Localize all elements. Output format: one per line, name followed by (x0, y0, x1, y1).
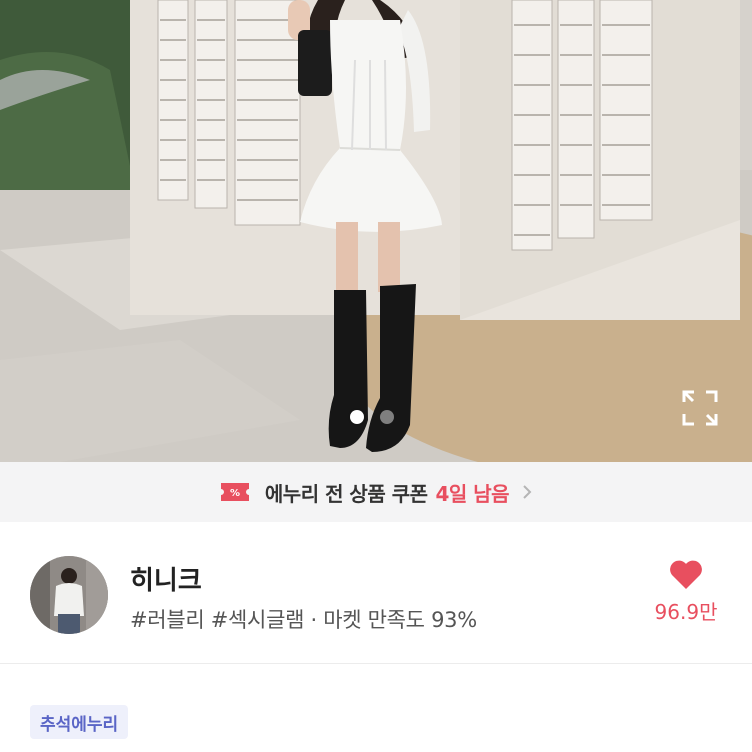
carousel-dot[interactable] (380, 410, 394, 424)
chevron-right-icon (523, 485, 532, 499)
coupon-text: 에누리 전 상품 쿠폰 (264, 481, 428, 506)
svg-text:%: % (230, 488, 240, 499)
carousel-dot-active[interactable] (350, 410, 364, 424)
product-photo (0, 0, 752, 462)
product-image-carousel[interactable] (0, 0, 752, 462)
fullscreen-expand-icon[interactable] (680, 388, 720, 428)
shop-avatar[interactable] (30, 556, 108, 634)
coupon-banner[interactable]: % 에누리 전 상품 쿠폰 4일 남음 (0, 462, 752, 522)
shop-tags: #러블리 #섹시글램 · 마켓 만족도 93% (130, 608, 477, 632)
like-count: 96.9만 (654, 600, 718, 624)
coupon-ticket-icon: % (220, 483, 249, 501)
shop-name[interactable]: 히니크 (130, 560, 202, 597)
carousel-indicator (350, 410, 394, 424)
like-button[interactable]: 96.9만 (648, 560, 724, 625)
shop-info-row[interactable]: 히니크 #러블리 #섹시글램 · 마켓 만족도 93% 96.9만 (0, 522, 752, 664)
heart-icon[interactable] (669, 560, 703, 590)
coupon-days-remaining: 4일 남음 (435, 481, 510, 506)
promo-tag-chip[interactable]: 추석에누리 (30, 705, 129, 739)
